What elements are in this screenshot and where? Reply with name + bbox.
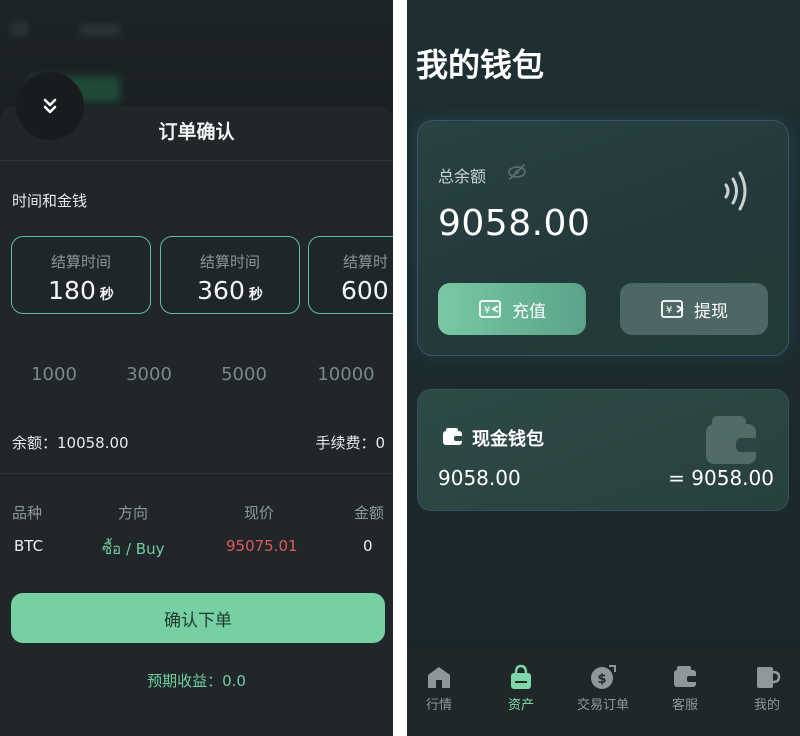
time-card-value: 360 秒 [197,276,263,305]
total-balance-value: 9058.00 [438,203,591,244]
eye-off-icon[interactable] [506,161,528,183]
blurred-title [80,24,120,36]
table-cell-direction: ซื้อ / Buy [102,540,165,558]
cash-wallet-equivalent: = 9058.00 [668,466,774,490]
tab-profile[interactable]: 我的 [735,664,799,713]
table-cell-amount: 0 [363,537,373,555]
wallet-icon [706,416,760,464]
withdraw-label: 提现 [694,301,728,322]
tab-market[interactable]: 行情 [407,664,471,713]
bag-icon [511,664,531,689]
amount-option-1000[interactable]: 1000 [13,364,95,385]
blurred-back-arrow [10,22,28,36]
svg-text:¥: ¥ [666,305,672,316]
table-header-price: 现价 [244,504,275,522]
home-icon [428,667,450,688]
recharge-button[interactable]: ¥ 充值 [438,283,586,335]
wallet-icon [674,666,697,687]
tab-customer-service[interactable]: 客服 [653,664,717,713]
divider [0,160,393,161]
withdraw-icon: ¥ [661,300,684,318]
section-label-time-money: 时间和金钱 [12,192,88,210]
tab-label: 资产 [507,698,534,713]
time-card-value: 600 [341,276,389,305]
tab-trade-orders[interactable]: $ 交易订单 [571,664,635,713]
cash-wallet-card[interactable]: 现金钱包 9058.00 = 9058.00 [417,389,789,511]
total-balance-card: 总余额 9058.00 ¥ 充值 ¥ 提现 [417,120,789,356]
divider [0,473,393,474]
recharge-label: 充值 [512,301,546,322]
amount-option-10000[interactable]: 10000 [300,364,392,385]
tab-label: 行情 [425,698,452,713]
nfc-icon [724,171,747,211]
time-card-600[interactable]: 结算时 600 [308,236,393,314]
withdraw-button[interactable]: ¥ 提现 [620,283,768,335]
tab-label: 客服 [671,698,698,713]
cash-wallet-title: 现金钱包 [472,429,544,450]
time-card-180[interactable]: 结算时间 180 秒 [11,236,151,314]
amount-option-5000[interactable]: 5000 [203,364,285,385]
confirm-order-button[interactable]: 确认下单 [11,593,385,643]
total-balance-label: 总余额 [438,167,487,186]
svg-text:$: $ [598,672,607,687]
table-cell-symbol: BTC [14,537,44,555]
svg-text:¥: ¥ [484,305,490,316]
table-cell-price: 95075.01 [226,537,298,555]
recharge-icon: ¥ [479,300,501,318]
time-card-label: 结算时 [343,253,389,271]
time-card-label: 结算时间 [50,253,111,271]
tab-assets[interactable]: 资产 [489,664,553,713]
tab-label: 交易订单 [576,698,629,713]
table-header-amount: 金额 [354,504,385,522]
fee-text: 手续费：0 [315,434,385,452]
time-card-value: 180 秒 [48,276,114,305]
wallet-screen: 我的钱包 总余额 9058.00 ¥ 充值 ¥ 提现 现金钱包 9058.00 … [407,0,800,736]
mug-icon [757,667,781,688]
page-title: 我的钱包 [416,46,545,84]
collapse-sheet-button[interactable] [16,72,84,140]
time-card-label: 结算时间 [199,253,260,271]
table-header-direction: 方向 [118,504,149,522]
coin-icon: $ [591,665,616,689]
amount-option-3000[interactable]: 3000 [108,364,190,385]
cash-wallet-amount: 9058.00 [438,466,521,490]
time-card-360[interactable]: 结算时间 360 秒 [160,236,300,314]
balance-text: 余额：10058.00 [12,434,129,452]
expected-profit-text: 预期收益：0.0 [147,672,246,690]
tab-label: 我的 [753,698,780,713]
bottom-tab-bar: 行情 资产 $ 交易订单 客服 我的 [407,648,800,736]
double-chevron-down-icon [43,98,57,114]
wallet-icon [443,428,463,445]
table-header-symbol: 品种 [12,504,43,522]
order-confirm-screen: 订单确认 时间和金钱 结算时间 180 秒 结算时间 360 秒 结算时 600 1… [0,0,393,736]
